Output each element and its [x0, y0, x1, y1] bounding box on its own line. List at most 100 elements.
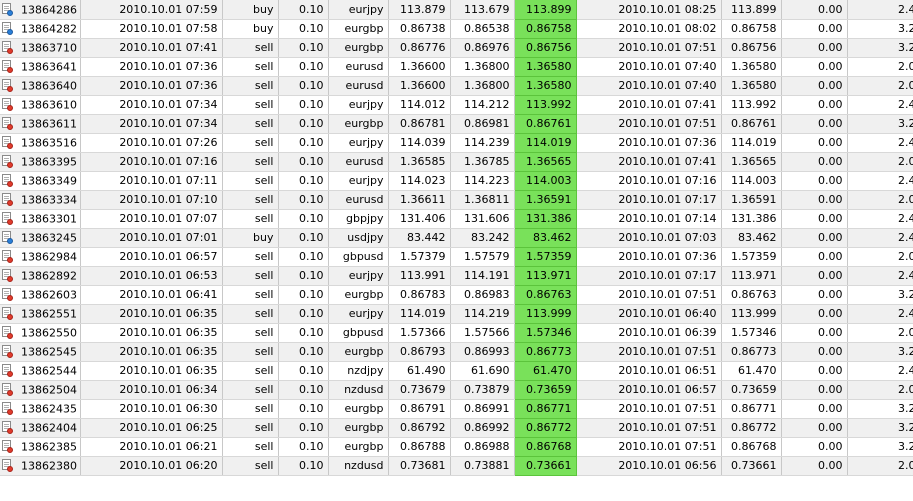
close-price-cell: 113.971	[721, 266, 782, 286]
open-time-cell: 2010.10.01 07:58	[80, 19, 223, 39]
ticket-cell: 13862504	[0, 380, 81, 400]
close-time-cell: 2010.10.01 06:51	[576, 361, 722, 381]
close-time-cell: 2010.10.01 06:57	[576, 380, 722, 400]
stop-loss-cell: 0.86538	[450, 19, 515, 39]
table-row[interactable]: 13862984 2010.10.01 06:57 sell 0.10 gbpusd 1.…	[0, 247, 913, 267]
table-row[interactable]: 13863710 2010.10.01 07:41 sell 0.10 eurgbp 0.…	[0, 38, 913, 58]
take-profit-cell: 0.86773	[514, 342, 577, 362]
close-price-cell: 1.36580	[721, 57, 782, 77]
price-cell: 1.36611	[388, 190, 451, 210]
ticket-cell: 13863516	[0, 133, 81, 153]
order-sell-icon	[2, 250, 13, 264]
table-row[interactable]: 13864286 2010.10.01 07:59 buy 0.10 eurjpy 113…	[0, 0, 913, 20]
price-cell: 131.406	[388, 209, 451, 229]
type-cell: sell	[222, 285, 279, 305]
symbol-cell: eurjpy	[328, 266, 389, 286]
table-row[interactable]: 13863640 2010.10.01 07:36 sell 0.10 eurusd 1.…	[0, 76, 913, 96]
table-row[interactable]: 13862551 2010.10.01 06:35 sell 0.10 eurjpy 11…	[0, 304, 913, 324]
take-profit-cell: 1.57359	[514, 247, 577, 267]
stop-loss-cell: 0.86992	[450, 418, 515, 438]
stop-loss-cell: 0.86981	[450, 114, 515, 134]
type-cell: sell	[222, 304, 279, 324]
profit-cell: 2.07	[847, 247, 913, 267]
close-price-cell: 0.86768	[721, 437, 782, 457]
close-price-cell: 1.36580	[721, 76, 782, 96]
ticket-cell: 13863245	[0, 228, 81, 248]
stop-loss-cell: 131.606	[450, 209, 515, 229]
table-row[interactable]: 13862435 2010.10.01 06:30 sell 0.10 eurgbp 0.…	[0, 399, 913, 419]
open-time-cell: 2010.10.01 07:11	[80, 171, 223, 191]
open-time-cell: 2010.10.01 06:57	[80, 247, 223, 267]
symbol-cell: eurjpy	[328, 171, 389, 191]
table-row[interactable]: 13863334 2010.10.01 07:10 sell 0.10 eurusd 1.…	[0, 190, 913, 210]
size-cell: 0.10	[278, 95, 329, 115]
size-cell: 0.10	[278, 361, 329, 381]
close-time-cell: 2010.10.01 07:51	[576, 285, 722, 305]
profit-cell: 2.07	[847, 456, 913, 476]
price-cell: 0.86783	[388, 285, 451, 305]
open-time-cell: 2010.10.01 07:07	[80, 209, 223, 229]
price-cell: 113.991	[388, 266, 451, 286]
table-row[interactable]: 13862385 2010.10.01 06:21 sell 0.10 eurgbp 0.…	[0, 437, 913, 457]
table-row[interactable]: 13863516 2010.10.01 07:26 sell 0.10 eurjpy 11…	[0, 133, 913, 153]
table-row[interactable]: 13862380 2010.10.01 06:20 sell 0.10 nzdusd 0.…	[0, 456, 913, 476]
ticket-cell: 13863641	[0, 57, 81, 77]
open-time-cell: 2010.10.01 07:59	[80, 0, 223, 20]
close-price-cell: 1.57346	[721, 323, 782, 343]
table-row[interactable]: 13862603 2010.10.01 06:41 sell 0.10 eurgbp 0.…	[0, 285, 913, 305]
commission-cell: 0.00	[781, 228, 848, 248]
table-row[interactable]: 13863611 2010.10.01 07:34 sell 0.10 eurgbp 0.…	[0, 114, 913, 134]
ticket-number: 13863334	[21, 193, 77, 207]
symbol-cell: eurgbp	[328, 285, 389, 305]
stop-loss-cell: 1.36800	[450, 57, 515, 77]
size-cell: 0.10	[278, 266, 329, 286]
size-cell: 0.10	[278, 228, 329, 248]
type-cell: buy	[222, 19, 279, 39]
size-cell: 0.10	[278, 209, 329, 229]
table-row[interactable]: 13862544 2010.10.01 06:35 sell 0.10 nzdjpy 61…	[0, 361, 913, 381]
table-row[interactable]: 13862404 2010.10.01 06:25 sell 0.10 eurgbp 0.…	[0, 418, 913, 438]
commission-cell: 0.00	[781, 285, 848, 305]
table-row[interactable]: 13863395 2010.10.01 07:16 sell 0.10 eurusd 1.…	[0, 152, 913, 172]
take-profit-cell: 61.470	[514, 361, 577, 381]
table-row[interactable]: 13863245 2010.10.01 07:01 buy 0.10 usdjpy 83.…	[0, 228, 913, 248]
commission-cell: 0.00	[781, 19, 848, 39]
close-time-cell: 2010.10.01 07:41	[576, 152, 722, 172]
table-row[interactable]: 13864282 2010.10.01 07:58 buy 0.10 eurgbp 0.8…	[0, 19, 913, 39]
close-price-cell: 1.36565	[721, 152, 782, 172]
type-cell: sell	[222, 323, 279, 343]
price-cell: 114.012	[388, 95, 451, 115]
take-profit-cell: 0.86772	[514, 418, 577, 438]
symbol-cell: eurgbp	[328, 342, 389, 362]
table-row[interactable]: 13863349 2010.10.01 07:11 sell 0.10 eurjpy 11…	[0, 171, 913, 191]
type-cell: sell	[222, 133, 279, 153]
ticket-number: 13863640	[21, 79, 77, 93]
stop-loss-cell: 113.679	[450, 0, 515, 20]
ticket-number: 13862504	[21, 383, 77, 397]
order-sell-icon	[2, 440, 13, 454]
close-price-cell: 83.462	[721, 228, 782, 248]
commission-cell: 0.00	[781, 57, 848, 77]
table-row[interactable]: 13863610 2010.10.01 07:34 sell 0.10 eurjpy 11…	[0, 95, 913, 115]
symbol-cell: eurgbp	[328, 437, 389, 457]
take-profit-cell: 113.899	[514, 0, 577, 20]
table-row[interactable]: 13863301 2010.10.01 07:07 sell 0.10 gbpjpy 13…	[0, 209, 913, 229]
symbol-cell: eurgbp	[328, 114, 389, 134]
close-price-cell: 61.470	[721, 361, 782, 381]
table-row[interactable]: 13862892 2010.10.01 06:53 sell 0.10 eurjpy 11…	[0, 266, 913, 286]
commission-cell: 0.00	[781, 456, 848, 476]
price-cell: 0.73679	[388, 380, 451, 400]
close-time-cell: 2010.10.01 07:16	[576, 171, 722, 191]
order-sell-icon	[2, 174, 13, 188]
ticket-cell: 13863610	[0, 95, 81, 115]
table-row[interactable]: 13862504 2010.10.01 06:34 sell 0.10 nzdusd 0.…	[0, 380, 913, 400]
table-row[interactable]: 13862545 2010.10.01 06:35 sell 0.10 eurgbp 0.…	[0, 342, 913, 362]
open-time-cell: 2010.10.01 06:41	[80, 285, 223, 305]
symbol-cell: nzdusd	[328, 456, 389, 476]
open-time-cell: 2010.10.01 06:35	[80, 323, 223, 343]
take-profit-cell: 0.86756	[514, 38, 577, 58]
table-row[interactable]: 13862550 2010.10.01 06:35 sell 0.10 gbpusd 1.…	[0, 323, 913, 343]
profit-cell: 3.25	[847, 285, 913, 305]
table-row[interactable]: 13863641 2010.10.01 07:36 sell 0.10 eurusd 1.…	[0, 57, 913, 77]
open-time-cell: 2010.10.01 07:41	[80, 38, 223, 58]
